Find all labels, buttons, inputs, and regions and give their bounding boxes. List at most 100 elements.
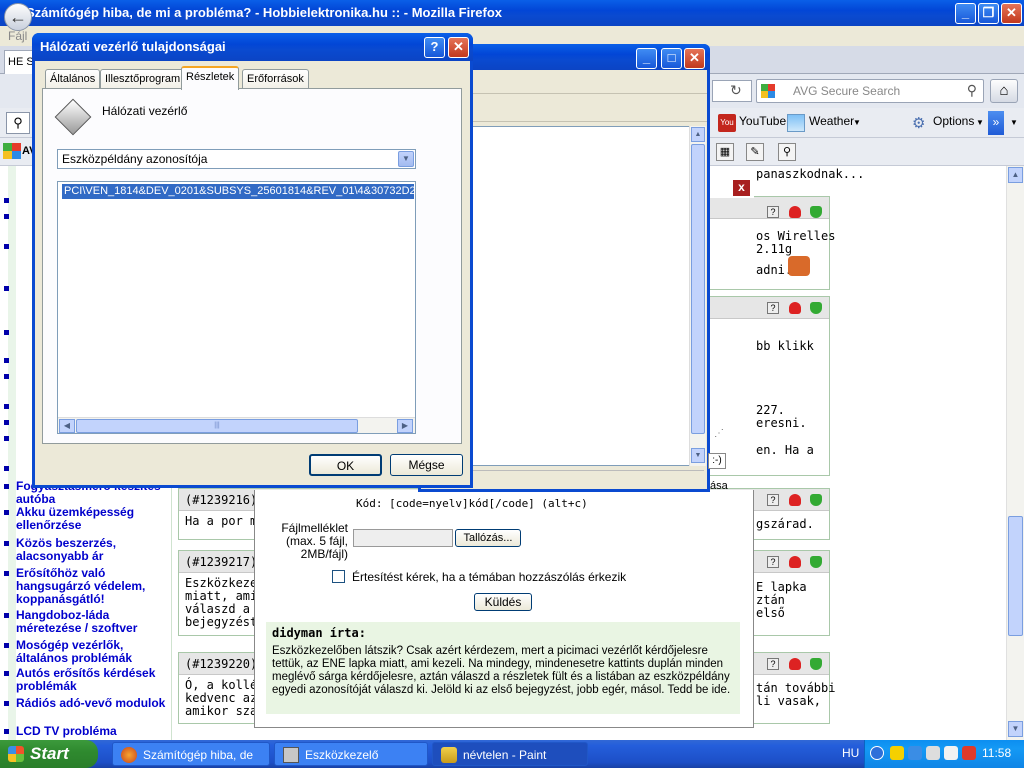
device-manager-maximize-button[interactable]: □ (661, 48, 682, 69)
quote-author: didyman írta: (272, 626, 366, 640)
tray-expand-icon[interactable] (870, 746, 884, 760)
tab-details[interactable]: Részletek (181, 66, 240, 90)
reload-icon[interactable]: ↻ (730, 82, 742, 99)
thumbs-up-icon[interactable] (810, 658, 822, 670)
help-icon[interactable]: ? (767, 658, 779, 670)
scroll-up-arrow-icon[interactable]: ▲ (691, 127, 705, 142)
language-indicator[interactable]: HU (842, 746, 859, 760)
thumbs-down-icon[interactable] (789, 302, 801, 314)
wireless-icon[interactable] (962, 746, 976, 760)
firefox-minimize-button[interactable]: _ (955, 3, 976, 24)
thumbs-up-icon[interactable] (810, 302, 822, 314)
attachment-file-input[interactable] (353, 529, 453, 547)
nav-item[interactable]: Mosógép vezérlők, általános problémák (16, 639, 166, 665)
calculator-icon[interactable]: ▦ (716, 143, 734, 161)
toolbar-dropdown-icon[interactable]: ▼ (1010, 118, 1018, 127)
page-scrollbar[interactable]: ▲ ▼ (1006, 166, 1024, 740)
nav-item[interactable]: Akku üzemképesség ellenőrzése (16, 506, 166, 532)
avg-icon[interactable] (3, 143, 21, 159)
notify-checkbox[interactable] (332, 570, 345, 583)
bluetooth-icon[interactable] (908, 746, 922, 760)
scroll-thumb[interactable] (1008, 516, 1023, 636)
thumbs-down-icon[interactable] (789, 494, 801, 506)
ok-button[interactable]: OK (309, 454, 382, 476)
smiley-button[interactable]: :-) (708, 453, 726, 469)
magnifier-icon[interactable]: ⚲ (967, 82, 977, 99)
scroll-left-arrow-icon[interactable]: ◀ (59, 419, 75, 433)
help-icon[interactable]: ? (767, 556, 779, 568)
nav-item[interactable]: Erősítőhöz való hangsugárzó védelem, kop… (16, 567, 166, 606)
properties-close-button[interactable]: ✕ (448, 37, 469, 58)
youtube-button[interactable]: YouTube (739, 114, 786, 128)
avg-logo-icon[interactable] (761, 84, 775, 98)
scroll-down-arrow-icon[interactable]: ▼ (1008, 721, 1023, 737)
zoom-icon[interactable]: ⚲ (778, 143, 796, 161)
home-icon[interactable]: ⌂ (990, 79, 1018, 103)
property-value-item[interactable]: PCI\VEN_1814&DEV_0201&SUBSYS_25601814&RE… (62, 184, 414, 199)
help-icon[interactable]: ? (767, 206, 779, 218)
notify-label: Értesítést kérek, ha a témában hozzászól… (352, 570, 627, 584)
device-tree-scrollbar[interactable]: ▲ ▼ (689, 126, 706, 466)
menu-file[interactable]: Fájl (8, 29, 27, 43)
device-manager-minimize-button[interactable]: _ (636, 48, 657, 69)
send-button[interactable]: Küldés (474, 593, 532, 611)
clock[interactable]: 11:58 (982, 746, 1011, 760)
scroll-thumb[interactable] (691, 144, 705, 434)
weather-dropdown-icon[interactable]: ▼ (853, 118, 861, 127)
firefox-restore-button[interactable]: ❐ (978, 3, 999, 24)
scroll-down-arrow-icon[interactable]: ▼ (691, 448, 705, 463)
thumbs-up-icon[interactable] (810, 494, 822, 506)
tab-driver[interactable]: Illesztőprogram (100, 69, 186, 89)
tab-general[interactable]: Általános (45, 69, 101, 89)
device-tree[interactable] (472, 126, 704, 466)
help-button[interactable]: ? (424, 37, 445, 58)
firefox-title-bar[interactable]: Számítógép hiba, de mi a probléma? - Hob… (0, 0, 1024, 26)
safely-remove-icon[interactable] (926, 746, 940, 760)
search-bar[interactable]: AVG Secure Search ⚲ (756, 79, 984, 103)
resize-grip-icon[interactable]: ⋰ (714, 428, 724, 439)
device-manager-close-button[interactable]: ✕ (684, 48, 705, 69)
post-fragment: bb klikk (756, 339, 814, 353)
nav-bullet (4, 643, 9, 648)
taskbar-item-paint[interactable]: névtelen - Paint (432, 742, 588, 766)
volume-icon[interactable] (944, 746, 958, 760)
security-shield-icon[interactable] (890, 746, 904, 760)
cancel-button[interactable]: Mégse (390, 454, 463, 476)
property-value-list[interactable] (57, 181, 416, 434)
notepad-icon[interactable]: ✎ (746, 143, 764, 161)
thumbs-down-icon[interactable] (789, 556, 801, 568)
properties-title-bar[interactable]: Hálózati vezérlő tulajdonságai (32, 33, 473, 61)
nav-item[interactable]: Rádiós adó-vevő modulok (16, 697, 166, 710)
weather-button[interactable]: Weather (809, 114, 854, 128)
chevron-down-icon[interactable]: ▼ (398, 151, 414, 167)
scroll-right-arrow-icon[interactable]: ▶ (397, 419, 413, 433)
nav-item[interactable]: Autós erősítős kérdések problémák (16, 667, 166, 693)
weather-icon[interactable] (787, 114, 805, 132)
back-arrow-icon[interactable]: ← (4, 3, 32, 31)
browse-button[interactable]: Tallózás... (455, 529, 521, 547)
tab-resources[interactable]: Erőforrások (242, 69, 309, 89)
nav-item[interactable]: LCD TV probléma (16, 725, 166, 738)
nav-item[interactable]: Közös beszerzés, alacsonyabb ár (16, 537, 166, 563)
options-button[interactable]: Options (933, 114, 974, 128)
scroll-up-arrow-icon[interactable]: ▲ (1008, 167, 1023, 183)
options-dropdown-icon[interactable]: ▼ (976, 118, 984, 127)
gear-icon[interactable]: ⚙ (912, 114, 925, 132)
search-icon[interactable]: ⚲ (6, 112, 30, 134)
help-icon[interactable]: ? (767, 302, 779, 314)
youtube-icon[interactable]: You (718, 114, 736, 132)
property-select[interactable]: Eszközpéldány azonosítója (57, 149, 416, 169)
chevron-more-icon[interactable]: » (988, 111, 1004, 135)
nav-item[interactable]: Hangdoboz-láda méretezése / szoftver (16, 609, 166, 635)
scroll-thumb[interactable]: ||| (76, 419, 358, 433)
thumbs-down-icon[interactable] (789, 658, 801, 670)
firefox-close-button[interactable]: ✕ (1001, 3, 1022, 24)
taskbar-item-firefox[interactable]: Számítógép hiba, de ... (112, 742, 270, 768)
taskbar-item-device-manager[interactable]: Eszközkezelő (274, 742, 428, 766)
value-list-scrollbar[interactable]: ◀ ||| ▶ (58, 417, 415, 433)
reply-close-button[interactable]: x (733, 180, 750, 196)
thumbs-up-icon[interactable] (810, 556, 822, 568)
help-icon[interactable]: ? (767, 494, 779, 506)
thumbs-down-icon[interactable] (789, 206, 801, 218)
thumbs-up-icon[interactable] (810, 206, 822, 218)
